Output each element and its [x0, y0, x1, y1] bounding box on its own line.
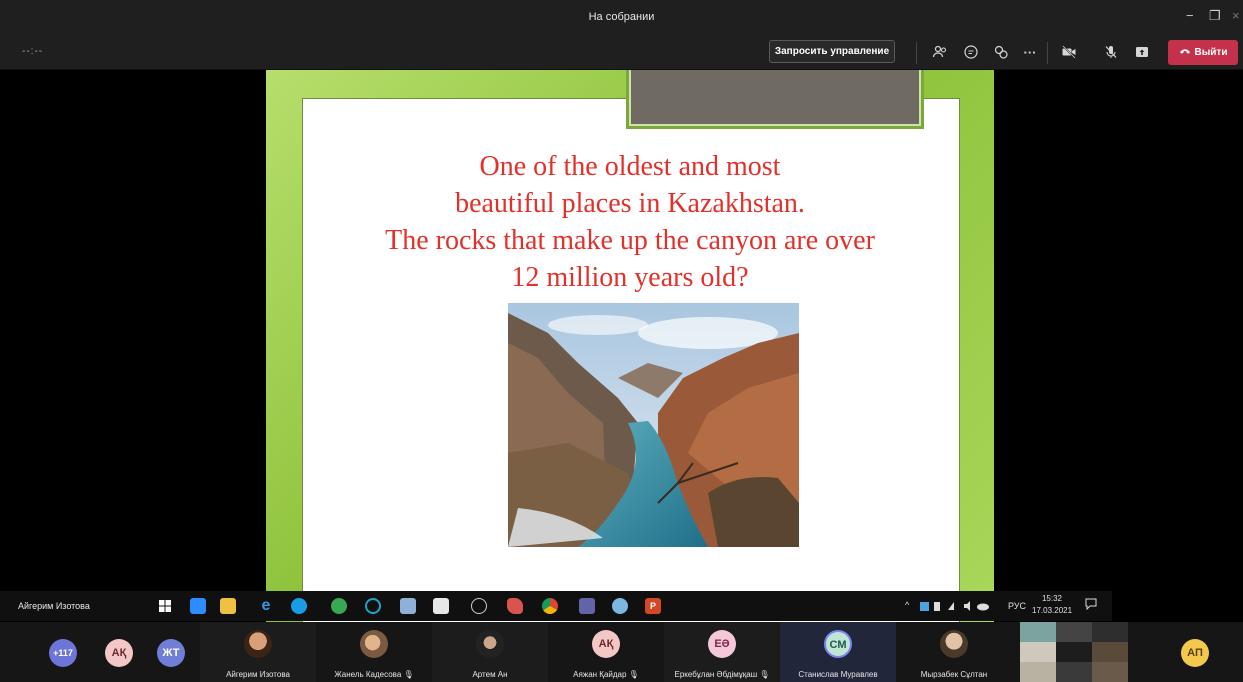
participant-name: Артем Ан	[472, 670, 508, 679]
notepad-icon	[400, 598, 416, 614]
meeting-timer: --:--	[22, 46, 44, 57]
clock-time: 15:32	[1041, 594, 1063, 603]
participant-name: Жанель Кадесова 🎙	[334, 670, 414, 679]
participants-strip: +117 АҚ ЖТ Айгерим Изотова Жанель Кадесо…	[0, 622, 1243, 682]
participant-avatar[interactable]: АП	[1181, 639, 1209, 667]
participant-tile[interactable]: Артем Ан	[432, 622, 548, 682]
tray-chevron-icon: ^	[905, 600, 910, 610]
slide-text: One of the oldest and most beautiful pla…	[266, 148, 994, 296]
mic-off-icon[interactable]	[1102, 44, 1120, 62]
gallery-grid-image	[1020, 622, 1128, 682]
windows-start-icon	[157, 598, 173, 614]
chrome-icon	[542, 598, 558, 614]
presenter-name: Айгерим Изотова	[18, 601, 90, 611]
torrent-icon	[331, 598, 347, 614]
toolbar-divider	[1047, 42, 1048, 64]
share-screen-icon[interactable]	[1133, 44, 1151, 62]
clock-date: 17.03.2021	[1032, 606, 1073, 615]
shared-content-stage: One of the oldest and most beautiful pla…	[0, 70, 1243, 622]
chat-icon[interactable]	[962, 44, 980, 62]
notifications-icon	[1085, 598, 1097, 613]
request-control-button[interactable]: Запросить управление	[769, 40, 895, 63]
presentation-slide: One of the oldest and most beautiful pla…	[266, 70, 994, 622]
meeting-toolbar: --:-- Запросить управление ··· Выйти	[0, 36, 1243, 70]
camera-off-icon[interactable]	[1060, 44, 1078, 62]
document-icon	[433, 598, 449, 614]
participant-tile-active-speaker[interactable]: СМ Станислав Муравлев	[780, 622, 896, 682]
gallery-video-thumbnail[interactable]	[1020, 622, 1128, 682]
canyon-photo	[508, 303, 799, 547]
participant-photo	[244, 630, 272, 658]
participant-tile[interactable]: АҚ Аяжан Қайдар 🎙	[548, 622, 664, 682]
phone-hangup-icon	[1179, 47, 1191, 58]
participant-tile[interactable]: Айгерим Изотова	[200, 622, 316, 682]
edge-browser-icon: e	[261, 597, 271, 614]
app-icon	[612, 598, 628, 614]
file-explorer-icon	[220, 598, 236, 614]
restore-icon[interactable]: ❐	[1209, 8, 1221, 24]
participant-photo	[940, 630, 968, 658]
participant-name: Мырзабек Сұлтан	[920, 670, 988, 679]
slide-line-2: beautiful places in Kazakhstan.	[455, 188, 805, 219]
close-icon[interactable]: ×	[1232, 8, 1240, 23]
participant-tile[interactable]: Жанель Кадесова 🎙	[316, 622, 432, 682]
participant-name: Айгерим Изотова	[226, 670, 290, 679]
taskbar-clock: 15:32 17.03.2021	[1032, 593, 1072, 617]
participant-photo	[360, 630, 388, 658]
zoom-app-icon	[190, 598, 206, 614]
breakout-rooms-icon[interactable]	[992, 44, 1010, 62]
participant-avatar: ЕӘ	[708, 630, 736, 658]
title-bar: На собрании − ❐ ×	[0, 0, 1243, 36]
more-options-icon[interactable]: ···	[1021, 44, 1039, 62]
teams-icon	[579, 598, 595, 614]
slide-line-4: 12 million years old?	[511, 262, 749, 293]
presenter-taskbar: Айгерим Изотова e P ^ РУС 15:32 17.03.20…	[0, 591, 1112, 621]
slide-top-photo-frame	[629, 70, 921, 126]
muted-mic-icon: 🎙	[759, 670, 770, 679]
paint-app-icon	[507, 598, 523, 614]
media-player-icon	[471, 598, 487, 614]
participant-avatar[interactable]: ЖТ	[157, 639, 185, 667]
participants-icon[interactable]	[931, 44, 949, 62]
skype-icon	[291, 598, 307, 614]
participant-avatar[interactable]: АҚ	[105, 639, 133, 667]
participant-name: Еркебұлан Әбдімұқаш 🎙	[674, 670, 770, 679]
keyboard-language: РУС	[1008, 601, 1027, 611]
leave-button[interactable]: Выйти	[1168, 40, 1238, 65]
window-title: На собрании	[588, 11, 655, 23]
participant-tile[interactable]: ЕӘ Еркебұлан Әбдімұқаш 🎙	[664, 622, 780, 682]
teams-meeting-window: На собрании − ❐ × --:-- Запросить управл…	[0, 0, 1243, 682]
tray-icons	[920, 600, 1000, 614]
slide-line-1: One of the oldest and most	[479, 151, 781, 182]
participant-avatar: СМ	[824, 630, 852, 658]
participant-photo	[476, 630, 504, 658]
leave-label: Выйти	[1194, 47, 1228, 59]
participant-avatar: АҚ	[592, 630, 620, 658]
muted-mic-icon: 🎙	[403, 670, 414, 679]
powerpoint-icon: P	[645, 598, 661, 614]
toolbar-divider	[916, 42, 917, 64]
fingerprint-app-icon	[365, 598, 381, 614]
participant-tile[interactable]: Мырзабек Сұлтан	[896, 622, 1012, 682]
participant-name: Станислав Муравлев	[798, 670, 878, 679]
overflow-participants-badge[interactable]: +117	[49, 639, 77, 667]
minimize-icon[interactable]: −	[1186, 8, 1194, 23]
muted-mic-icon: 🎙	[628, 670, 639, 679]
slide-line-3: The rocks that make up the canyon are ov…	[385, 225, 875, 256]
participant-name: Аяжан Қайдар 🎙	[573, 670, 639, 679]
